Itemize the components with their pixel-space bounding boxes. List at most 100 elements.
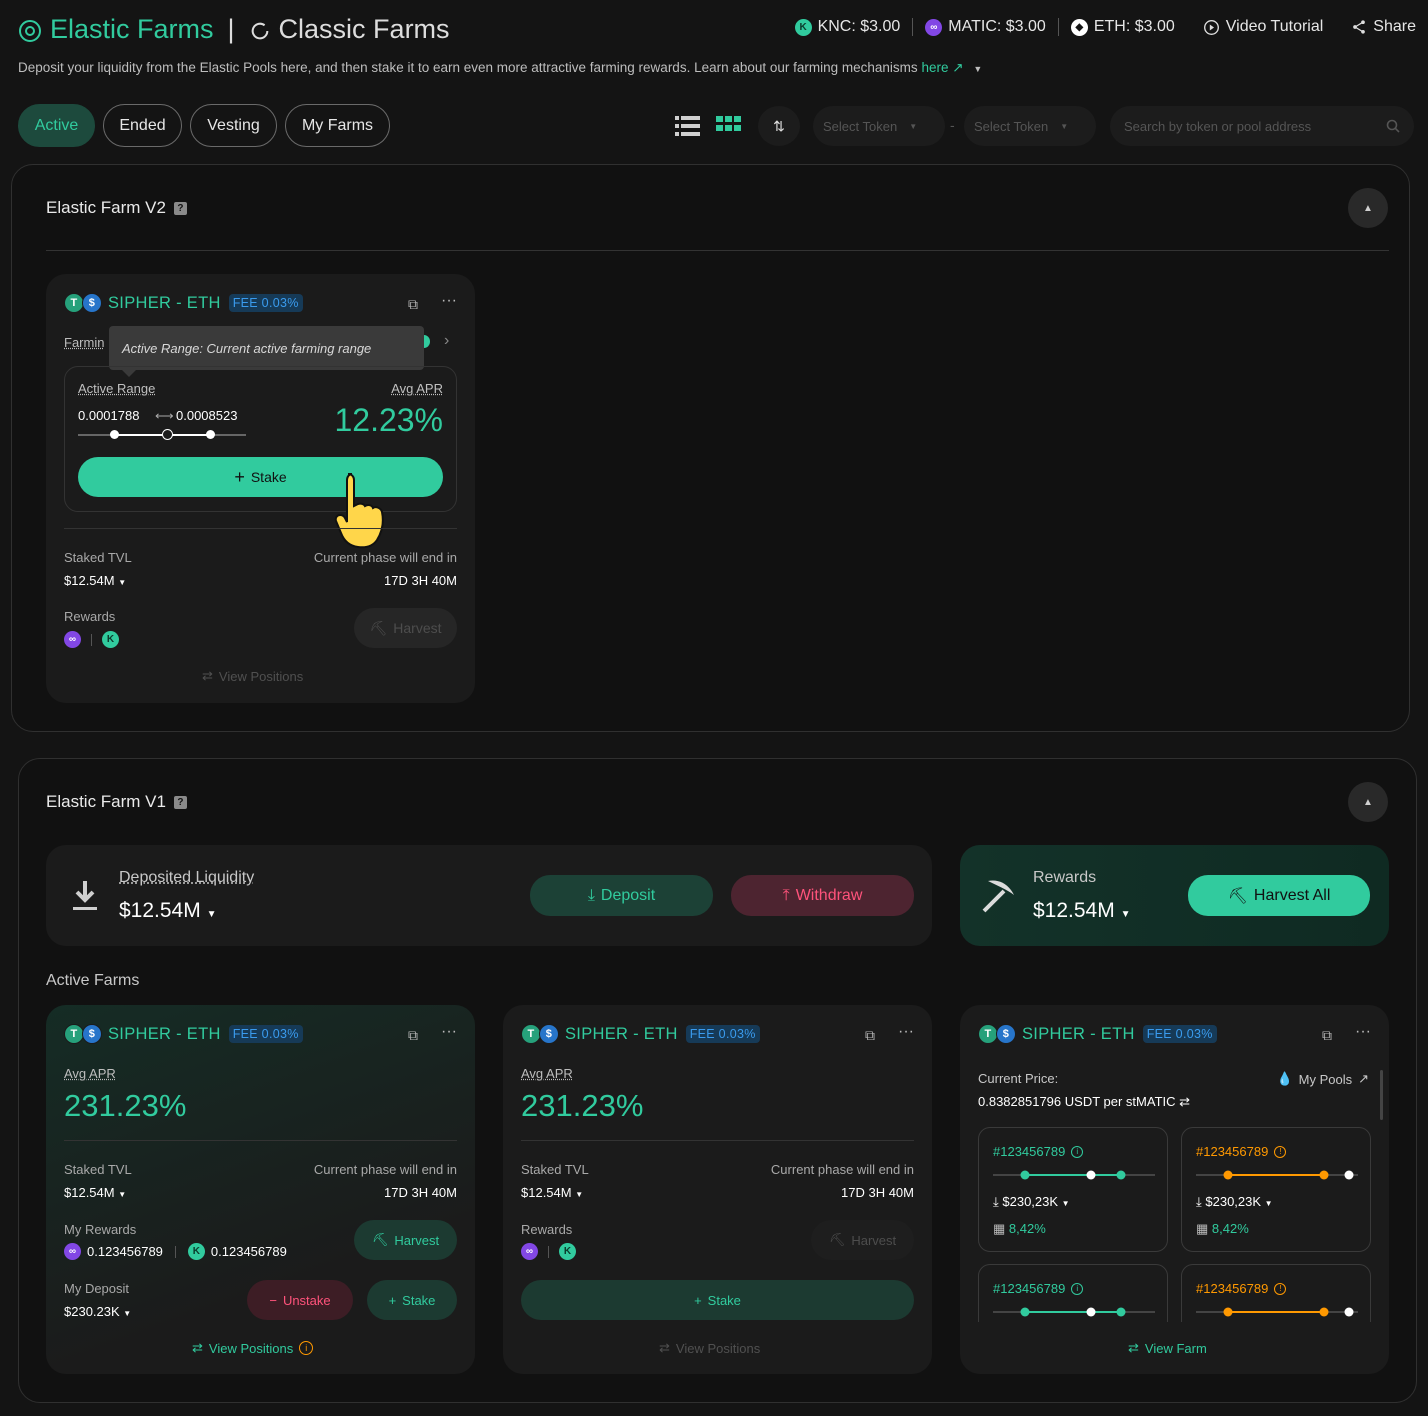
position-card[interactable]: #123456789 i bbox=[978, 1264, 1168, 1322]
view-positions-link[interactable]: ⇄ View Positions i bbox=[192, 1340, 314, 1356]
caret-up-icon: ▲ bbox=[1363, 796, 1373, 808]
usdt-token-icon: T bbox=[521, 1024, 541, 1044]
caret-down-icon: ▼ bbox=[1061, 1199, 1070, 1208]
positions-grid: #123456789 i ⤓ $230,23K ▼ ▦ 8,42% #123456… bbox=[978, 1127, 1371, 1322]
caret-down-icon: ▼ bbox=[123, 1309, 132, 1318]
plus-icon: + bbox=[388, 1292, 397, 1308]
collapse-button[interactable]: ▲ bbox=[1348, 188, 1388, 228]
farm-pair[interactable]: T $ SIPHER - ETH FEE 0.03% bbox=[521, 1024, 760, 1044]
unstake-button[interactable]: − Unstake bbox=[247, 1280, 353, 1320]
scrollbar[interactable] bbox=[1380, 1070, 1383, 1120]
current-price-value: 0.8382851796 USDT per stMATIC ⇄ bbox=[978, 1094, 1191, 1109]
staked-tvl-value[interactable]: $12.54M ▼ bbox=[521, 1185, 583, 1200]
range-max: 0.0008523 bbox=[176, 408, 238, 423]
tab-vesting[interactable]: Vesting bbox=[190, 104, 277, 147]
tab-ended[interactable]: Ended bbox=[103, 104, 182, 147]
more-icon[interactable]: ··· bbox=[441, 1023, 457, 1041]
withdraw-button[interactable]: ⤒ Withdraw bbox=[731, 875, 914, 916]
rewards-value[interactable]: $12.54M ▼ bbox=[1033, 899, 1130, 923]
matic-icon: ∞ bbox=[64, 1243, 81, 1260]
tab-my-farms[interactable]: My Farms bbox=[285, 104, 390, 147]
select-token-1[interactable]: Select Token ▼ bbox=[813, 106, 945, 146]
position-card[interactable]: #123456789! ⤓ $230,23K ▼ ▦ 8,42% bbox=[1181, 1127, 1371, 1252]
mechanism-link[interactable]: here ↗ bbox=[921, 60, 963, 75]
search-input[interactable]: Search by token or pool address bbox=[1110, 106, 1414, 146]
share-icon bbox=[1353, 20, 1366, 34]
avg-apr-value: 231.23% bbox=[521, 1088, 644, 1123]
copy-icon[interactable]: ⧉ bbox=[408, 1027, 418, 1044]
pickaxe-icon: ⛏ bbox=[371, 1232, 389, 1247]
my-pools-link[interactable]: 💧 My Pools ↗ bbox=[1276, 1071, 1369, 1087]
share-button[interactable]: Share bbox=[1335, 18, 1416, 36]
classic-icon bbox=[249, 14, 271, 45]
stake-button[interactable]: + Stake bbox=[521, 1280, 914, 1320]
fee-badge: FEE 0.03% bbox=[228, 294, 303, 312]
swap-icon: ⇄ bbox=[659, 1340, 670, 1355]
section-title-v2: Elastic Farm V2? bbox=[46, 198, 187, 218]
phase-label: Current phase will end in bbox=[313, 550, 457, 565]
range-handle-min bbox=[110, 430, 119, 439]
stake-button[interactable]: + Stake bbox=[367, 1280, 457, 1320]
list-view-icon[interactable] bbox=[675, 115, 700, 142]
divider bbox=[64, 528, 457, 529]
more-icon[interactable]: ··· bbox=[1355, 1023, 1371, 1041]
view-farm-link[interactable]: ⇄ View Farm bbox=[1128, 1340, 1207, 1356]
farm-pair[interactable]: T $ SIPHER - ETH FEE 0.03% bbox=[64, 1024, 303, 1044]
tab-active[interactable]: Active bbox=[18, 104, 95, 147]
help-icon[interactable]: ? bbox=[173, 201, 187, 215]
matic-icon: ∞ bbox=[64, 631, 81, 648]
caret-down-icon[interactable]: ▼ bbox=[973, 64, 982, 74]
position-card[interactable]: #123456789 i ⤓ $230,23K ▼ ▦ 8,42% bbox=[978, 1127, 1168, 1252]
caret-up-icon: ▲ bbox=[1363, 202, 1373, 214]
staked-tvl-value[interactable]: $12.54M ▼ bbox=[64, 1185, 126, 1200]
collapse-button[interactable]: ▲ bbox=[1348, 782, 1388, 822]
more-icon[interactable]: ··· bbox=[898, 1023, 914, 1041]
grid-view-icon[interactable] bbox=[716, 115, 741, 142]
avg-apr-label: Avg APR bbox=[64, 1066, 116, 1081]
pickaxe-icon: ⛏ bbox=[828, 1232, 846, 1247]
farm-pair[interactable]: T $ SIPHER - ETH FEE 0.03% bbox=[978, 1024, 1217, 1044]
swap-icon: ⇄ bbox=[1128, 1340, 1139, 1355]
position-card[interactable]: #123456789! bbox=[1181, 1264, 1371, 1322]
copy-icon[interactable]: ⧉ bbox=[408, 296, 418, 313]
my-deposit-value[interactable]: $230.23K ▼ bbox=[64, 1304, 131, 1319]
help-icon[interactable]: ? bbox=[173, 795, 187, 809]
rewards-label: Rewards bbox=[1033, 869, 1097, 886]
classic-farms-tab[interactable]: Classic Farms bbox=[279, 14, 450, 45]
harvest-button[interactable]: ⛏ Harvest bbox=[354, 608, 457, 648]
staked-tvl-label: Staked TVL bbox=[521, 1162, 589, 1177]
swap-icon: ⇄ bbox=[1179, 1094, 1191, 1109]
copy-icon[interactable]: ⧉ bbox=[865, 1027, 875, 1044]
staked-tvl-label: Staked TVL bbox=[64, 550, 132, 565]
rewards-panel: Rewards $12.54M ▼ ⛏ Harvest All bbox=[960, 845, 1389, 946]
drop-icon: 💧 bbox=[1276, 1071, 1293, 1086]
chevron-right-icon[interactable]: › bbox=[444, 332, 449, 350]
view-positions-link[interactable]: ⇄ View Positions bbox=[659, 1340, 760, 1356]
deposit-button[interactable]: ⤓ Deposit bbox=[530, 875, 713, 916]
deposited-liquidity-value[interactable]: $12.54M ▼ bbox=[119, 899, 216, 923]
avg-apr-label: Avg APR bbox=[521, 1066, 573, 1081]
elastic-farms-tab[interactable]: Elastic Farms bbox=[50, 14, 214, 45]
rewards-label: Rewards bbox=[64, 609, 116, 624]
caret-down-icon: ▼ bbox=[1120, 909, 1131, 920]
harvest-button[interactable]: ⛏ Harvest bbox=[811, 1220, 914, 1260]
harvest-all-button[interactable]: ⛏ Harvest All bbox=[1188, 875, 1370, 916]
more-icon[interactable]: ··· bbox=[441, 292, 457, 310]
video-tutorial-link[interactable]: Video Tutorial bbox=[1187, 18, 1336, 36]
staked-tvl-value[interactable]: $12.54M ▼ bbox=[64, 573, 126, 588]
harvest-button[interactable]: ⛏ Harvest bbox=[354, 1220, 457, 1260]
fee-badge: FEE 0.03% bbox=[228, 1025, 303, 1043]
usdc-token-icon: $ bbox=[82, 293, 102, 313]
farm-pair[interactable]: T $ SIPHER - ETH FEE 0.03% bbox=[64, 293, 303, 313]
view-positions-link[interactable]: ⇄ View Positions bbox=[202, 668, 303, 684]
farm-type-switcher: Elastic Farms | Classic Farms bbox=[18, 14, 450, 45]
phase-label: Current phase will end in bbox=[313, 1162, 457, 1177]
usdt-token-icon: T bbox=[64, 1024, 84, 1044]
header-prices: K KNC: $3.00 ∞ MATIC: $3.00 ◆ ETH: $3.00 Vi… bbox=[783, 18, 1416, 36]
copy-icon[interactable]: ⧉ bbox=[1322, 1027, 1332, 1044]
my-rewards-label: My Rewards bbox=[64, 1222, 137, 1237]
plus-icon: + bbox=[694, 1292, 702, 1308]
sort-icon[interactable]: ⇅ bbox=[758, 106, 800, 146]
active-farms-label: Active Farms bbox=[46, 972, 140, 989]
select-token-2[interactable]: Select Token ▼ bbox=[964, 106, 1096, 146]
